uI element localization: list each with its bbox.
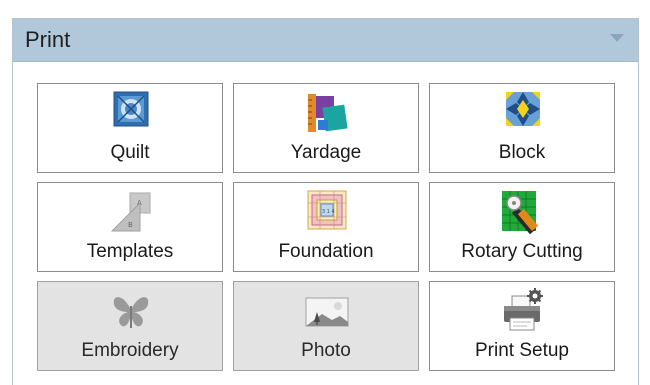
- print-setup-button[interactable]: Print Setup: [429, 281, 615, 371]
- foundation-button[interactable]: 3 1 4 Foundation: [233, 182, 419, 272]
- collapse-arrow-icon[interactable]: [610, 34, 624, 42]
- svg-text:3 1 4: 3 1 4: [322, 209, 335, 215]
- panel-title: Print: [25, 27, 71, 52]
- tile-label: Templates: [86, 241, 174, 262]
- templates-icon: A B: [106, 189, 156, 237]
- tile-label: Rotary Cutting: [461, 241, 583, 262]
- yardage-button[interactable]: Yardage: [233, 83, 419, 173]
- tile-label: Embroidery: [81, 340, 179, 361]
- block-button[interactable]: Block: [429, 83, 615, 173]
- tile-label: Foundation: [278, 241, 374, 262]
- tile-label: Quilt: [110, 142, 150, 163]
- panel-header[interactable]: Print: [13, 19, 638, 62]
- rotary-cutting-button[interactable]: Rotary Cutting: [429, 182, 615, 272]
- printer-icon: [498, 288, 548, 336]
- block-icon: [498, 90, 548, 138]
- quilt-icon: [106, 90, 156, 138]
- yardage-icon: [302, 90, 352, 138]
- embroidery-button[interactable]: Embroidery: [37, 281, 223, 371]
- tile-label: Block: [498, 142, 546, 163]
- tile-label: Yardage: [290, 142, 362, 163]
- tile-label: Print Setup: [475, 340, 569, 361]
- templates-button[interactable]: A B Templates: [37, 182, 223, 272]
- embroidery-icon: [106, 288, 156, 336]
- foundation-icon: 3 1 4: [302, 189, 352, 237]
- svg-text:B: B: [128, 221, 133, 229]
- tile-label: Photo: [301, 340, 351, 361]
- photo-icon: [302, 288, 352, 336]
- quilt-button[interactable]: Quilt: [37, 83, 223, 173]
- print-panel: Print Quilt Yardage Block B Templates 3 …: [12, 18, 639, 385]
- photo-button[interactable]: Photo: [233, 281, 419, 371]
- rotary-cutting-icon: [498, 189, 548, 237]
